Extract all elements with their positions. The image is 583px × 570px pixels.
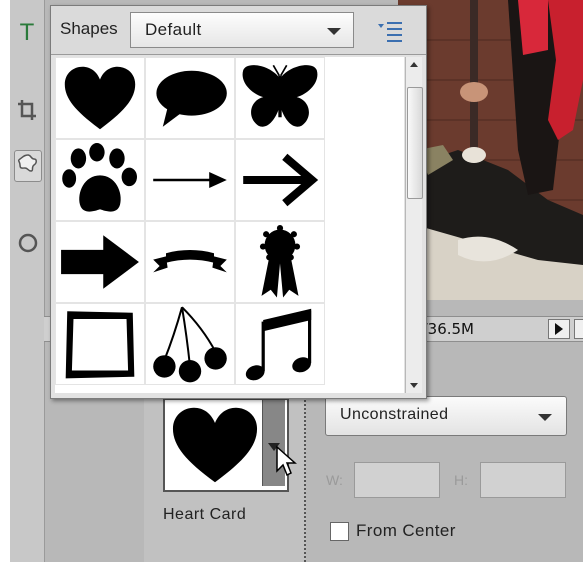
shapes-scrollbar[interactable] (405, 57, 423, 393)
butterfly-shape[interactable] (235, 57, 325, 139)
shape-set-value: Default (145, 20, 202, 39)
lasso-tool-icon[interactable] (14, 232, 40, 262)
butterfly-icon (242, 64, 318, 127)
height-label: H: (454, 472, 468, 488)
status-next-button[interactable] (574, 319, 583, 339)
height-field[interactable] (480, 462, 566, 498)
chevron-down-icon (327, 28, 341, 35)
geometry-options-value: Unconstrained (340, 406, 449, 423)
thin-arrow-icon (153, 172, 227, 188)
rough-frame-shape[interactable] (55, 303, 145, 385)
editor-window: T /1/36.5M Heart Card Unconstrained W: H… (10, 0, 583, 562)
crop-tool-icon[interactable] (14, 98, 40, 128)
type-tool-icon[interactable]: T (14, 18, 40, 48)
from-center-checkbox[interactable] (330, 522, 349, 541)
music-notes-shape[interactable] (235, 303, 325, 385)
paw-print-shape[interactable] (55, 139, 145, 221)
shapes-panel-header: Shapes Default (51, 6, 426, 55)
cherries-icon (153, 306, 227, 383)
heart-shape[interactable] (55, 57, 145, 139)
bold-arrow-icon (243, 153, 319, 207)
banner-shape[interactable] (145, 221, 235, 303)
cherries-shape[interactable] (145, 303, 235, 385)
rough-frame-icon (65, 311, 135, 379)
bold-arrow-shape[interactable] (235, 139, 325, 221)
paw-print-icon (62, 143, 137, 212)
status-menu-button[interactable] (548, 319, 570, 339)
chevron-down-icon (538, 414, 552, 421)
fat-arrow-icon (61, 235, 139, 289)
from-center-label: From Center (356, 521, 456, 540)
heart-icon (64, 66, 136, 130)
geometry-options-dropdown[interactable]: Unconstrained (325, 396, 567, 436)
scroll-up-icon[interactable] (406, 57, 422, 73)
fat-arrow-shape[interactable] (55, 221, 145, 303)
scroll-thumb[interactable] (407, 87, 423, 199)
ribbon-award-shape[interactable] (235, 221, 325, 303)
thin-arrow-shape[interactable] (145, 139, 235, 221)
shapes-grid (55, 57, 404, 393)
heart-preview-icon (172, 407, 258, 483)
ribbon-award-icon (259, 225, 301, 298)
width-field[interactable] (354, 462, 440, 498)
scroll-down-icon[interactable] (406, 377, 422, 393)
cookie-cutter-tool-icon[interactable] (14, 150, 42, 182)
panel-menu-icon[interactable] (370, 15, 410, 45)
toolbox: T (10, 0, 45, 562)
width-label: W: (326, 472, 343, 488)
mouse-cursor-icon (275, 445, 297, 484)
shapes-picker-panel: Shapes Default (50, 5, 427, 399)
music-notes-icon (245, 308, 312, 381)
shape-set-dropdown[interactable]: Default (130, 12, 354, 48)
shapes-panel-title: Shapes (60, 19, 118, 38)
current-shape-label: Heart Card (163, 506, 247, 523)
banner-icon (153, 250, 227, 273)
speech-bubble-icon (156, 70, 227, 127)
speech-bubble-shape[interactable] (145, 57, 235, 139)
